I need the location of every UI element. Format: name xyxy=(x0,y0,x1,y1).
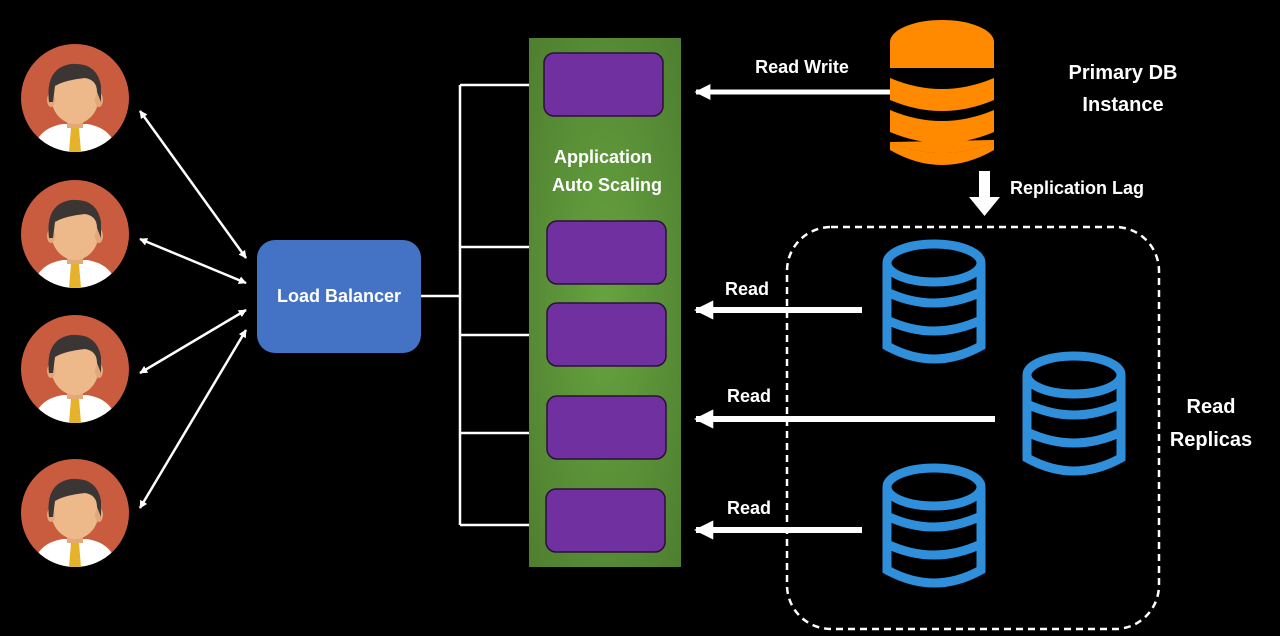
architecture-diagram: Load Balancer Application Auto Scaling R… xyxy=(0,20,1252,631)
replica-db-icon-3 xyxy=(882,463,986,588)
read-label-1: Read xyxy=(725,279,769,299)
read-replicas-group xyxy=(785,225,1161,631)
read-label-2: Read xyxy=(727,386,771,406)
user-3-lb-arrow xyxy=(139,308,247,375)
app-group-label-line1: Application xyxy=(554,147,652,167)
app-instance-5 xyxy=(545,488,666,553)
replica-db-icon-2 xyxy=(1022,351,1126,476)
app-instance-4 xyxy=(546,395,667,460)
load-balancer-node: Load Balancer xyxy=(257,240,421,353)
app-instance-2 xyxy=(546,220,667,285)
user-avatar-2 xyxy=(21,180,129,288)
load-balancer-label: Load Balancer xyxy=(277,286,401,306)
user-avatar-3 xyxy=(21,315,129,423)
read-replicas-label-line1: Read xyxy=(1187,396,1236,418)
user-4-lb-arrow xyxy=(138,329,248,509)
app-group-label-line2: Auto Scaling xyxy=(552,175,662,195)
primary-db-icon xyxy=(890,20,994,165)
primary-db-label-line2: Instance xyxy=(1082,94,1163,116)
user-2-lb-arrow xyxy=(139,237,247,285)
read-write-label: Read Write xyxy=(755,57,849,77)
app-instance-1 xyxy=(543,52,664,117)
replication-lag-arrow xyxy=(969,171,1000,216)
replication-lag-label: Replication Lag xyxy=(1010,178,1144,198)
read-replicas-label-line2: Replicas xyxy=(1170,429,1252,451)
user-avatar-1 xyxy=(21,44,129,152)
app-instance-3 xyxy=(546,302,667,367)
read-label-3: Read xyxy=(727,498,771,518)
replica-db-icon-1 xyxy=(882,239,986,364)
user-avatar-4 xyxy=(21,459,129,567)
primary-db-label-line1: Primary DB xyxy=(1069,62,1178,84)
user-1-lb-arrow xyxy=(138,110,248,259)
lb-fanout-connectors xyxy=(421,80,544,530)
